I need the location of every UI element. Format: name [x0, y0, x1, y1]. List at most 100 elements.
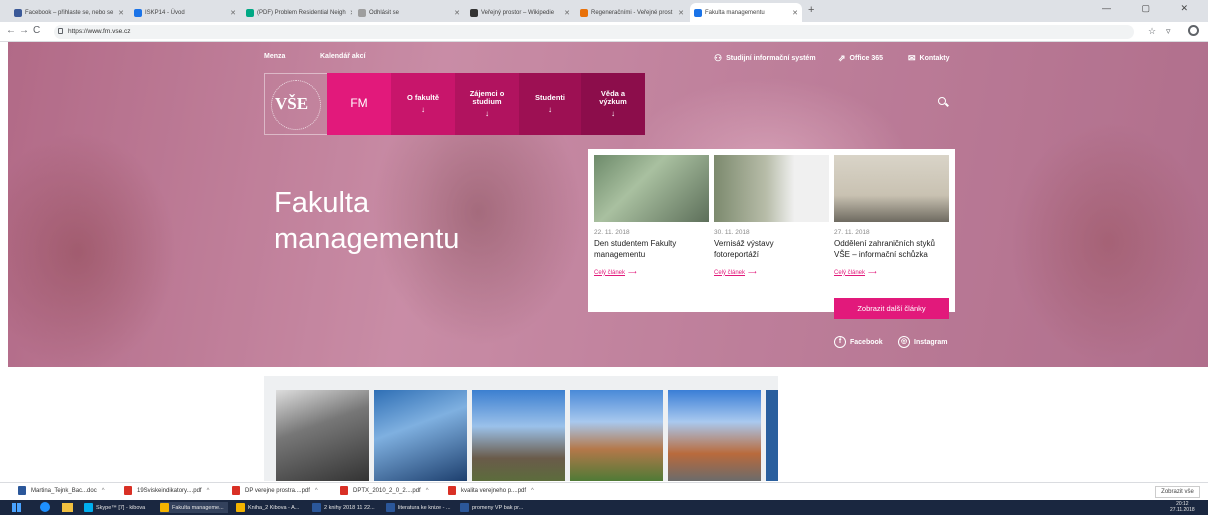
news-card[interactable]: 22. 11. 2018 Den studentem Fakulty manag… — [594, 155, 710, 276]
tab-label: Veřejný prostor – Wikipedie — [481, 9, 555, 16]
news-card[interactable]: 27. 11. 2018 Oddělení zahraničních styků… — [834, 155, 950, 276]
browser-tab-bar: Facebook – přihlaste se, nebo se ✕ ISKP1… — [0, 0, 1208, 22]
taskbar-item-active[interactable]: Fakulta manageme... — [160, 502, 228, 513]
news-date: 22. 11. 2018 — [594, 229, 630, 236]
browser-tab[interactable]: Facebook – přihlaste se, nebo se ✕ — [10, 3, 128, 22]
news-card[interactable]: 30. 11. 2018 Vernisáž výstavy fotoreport… — [714, 155, 830, 276]
site-icon — [580, 8, 588, 17]
close-icon[interactable]: ✕ — [346, 9, 352, 17]
window-controls[interactable]: — ▢ ✕ — [1102, 3, 1202, 14]
new-tab-button[interactable]: + — [808, 4, 814, 16]
file-explorer-icon[interactable] — [62, 503, 73, 512]
browser-tab-active[interactable]: Fakulta managementu ✕ — [690, 3, 802, 22]
close-icon[interactable]: ✕ — [450, 9, 460, 17]
system-clock[interactable]: 20:12 27.11.2018 — [1170, 501, 1195, 513]
vse-logo[interactable]: VŠE — [264, 73, 328, 135]
hero-title: Fakulta managementu — [274, 185, 459, 258]
taskbar-item[interactable]: Kniha_2 Kibova - A... — [236, 502, 299, 513]
taskbar-item[interactable]: 2 knihy 2018 11 22... — [312, 502, 375, 513]
hero-title-line: Fakulta — [274, 187, 370, 219]
gallery-image[interactable] — [570, 390, 663, 481]
read-more-link[interactable]: Celý článek ⟶ — [594, 269, 710, 276]
chevron-up-icon[interactable]: ^ — [102, 488, 105, 494]
instagram-link[interactable]: ◎ Instagram — [898, 336, 947, 348]
tab-label: Regeneračními - Veřejné prost — [591, 9, 673, 16]
edge-icon[interactable] — [40, 502, 50, 512]
download-item[interactable]: kvalita verejneho p....pdf ^ — [448, 486, 534, 495]
back-button[interactable]: ← — [6, 25, 16, 36]
menu-item-veda[interactable]: Věda a výzkum ↓ — [581, 73, 645, 135]
gallery-image[interactable] — [668, 390, 761, 481]
wikipedia-icon — [470, 8, 478, 17]
facebook-link[interactable]: f Facebook — [834, 336, 883, 348]
close-icon[interactable]: ✕ — [226, 9, 236, 17]
read-more-link[interactable]: Celý článek ⟶ — [834, 269, 950, 276]
gallery-image[interactable] — [472, 390, 565, 481]
close-icon[interactable]: ✕ — [560, 9, 570, 17]
show-all-downloads-button[interactable]: Zobrazit vše — [1155, 486, 1200, 498]
close-icon[interactable]: ✕ — [788, 9, 798, 17]
tab-label: Facebook – přihlaste se, nebo se — [25, 9, 114, 16]
forward-button[interactable]: → — [19, 25, 29, 36]
profile-icon[interactable] — [1188, 25, 1199, 36]
taskbar-item[interactable]: promeny VP bak pr... — [460, 502, 523, 513]
reload-button[interactable]: C — [33, 25, 40, 36]
news-title[interactable]: Vernisáž výstavy fotoreportáží — [714, 239, 830, 261]
taskbar: Skype™ [7] - kibova Fakulta manageme... … — [0, 500, 1208, 515]
menza-link[interactable]: Menza — [264, 53, 285, 60]
more-articles-button[interactable]: Zobrazit další články — [834, 298, 949, 319]
read-more-link[interactable]: Celý článek ⟶ — [714, 269, 830, 276]
extension-icon[interactable]: ▿ — [1166, 26, 1171, 37]
news-title[interactable]: Den studentem Fakulty managementu — [594, 239, 710, 261]
office365-link[interactable]: ⇗ Office 365 — [838, 53, 883, 64]
sis-link[interactable]: ⚇ Studijní informační systém — [714, 53, 816, 64]
contacts-link[interactable]: ✉ Kontakty — [908, 53, 950, 64]
browser-tab[interactable]: Odhlásit se ✕ — [354, 3, 464, 22]
menu-item-o-fakulte[interactable]: O fakultě ↓ — [391, 73, 455, 135]
pdf-file-icon — [448, 486, 456, 495]
gallery-image[interactable] — [766, 390, 778, 481]
lock-icon — [58, 28, 63, 34]
facebook-label: Facebook — [850, 338, 883, 346]
gallery-image[interactable] — [374, 390, 467, 481]
taskbar-item[interactable]: literatura ke knize - ... — [386, 502, 451, 513]
facebook-icon — [14, 8, 22, 17]
bookmark-star-icon[interactable]: ☆ — [1148, 26, 1156, 37]
close-icon[interactable]: ✕ — [114, 9, 124, 17]
tab-label: Fakulta managementu — [705, 9, 765, 16]
menu-label: Studenti — [535, 93, 565, 103]
word-icon — [460, 503, 469, 512]
gallery-image[interactable] — [276, 390, 369, 481]
chevron-up-icon[interactable]: ^ — [531, 488, 534, 494]
download-item[interactable]: DPTX_2010_2_0_2....pdf ^ — [340, 486, 429, 495]
url-input[interactable]: https://www.fm.vse.cz — [54, 25, 1134, 39]
chevron-up-icon[interactable]: ^ — [315, 488, 318, 494]
calendar-link[interactable]: Kalendář akcí — [320, 53, 366, 60]
mail-icon: ✉ — [908, 53, 916, 63]
taskbar-item[interactable]: Skype™ [7] - kibova — [84, 502, 145, 513]
download-filename: Martina_Tejnk_Bac...doc — [31, 487, 97, 494]
browser-tab[interactable]: Regeneračními - Veřejné prost ✕ — [576, 3, 688, 22]
news-title-line: fotoreportáží — [714, 249, 759, 259]
chevron-up-icon[interactable]: ^ — [207, 488, 210, 494]
pdf-file-icon — [340, 486, 348, 495]
menu-item-studenti[interactable]: Studenti ↓ — [519, 73, 581, 135]
menu-label: O fakultě — [406, 93, 440, 103]
menu-item-fm[interactable]: FM — [327, 73, 391, 135]
arrow-right-icon: ⟶ — [868, 269, 877, 276]
news-title-line: Vernisáž výstavy — [714, 239, 774, 248]
search-icon[interactable] — [938, 97, 946, 105]
menu-item-zajemci[interactable]: Zájemci o studium ↓ — [455, 73, 519, 135]
news-title[interactable]: Oddělení zahraničních styků VŠE – inform… — [834, 239, 950, 261]
close-icon[interactable]: ✕ — [674, 9, 684, 17]
browser-tab[interactable]: (PDF) Problem Residential Neigh ✕ — [242, 3, 352, 22]
news-date: 30. 11. 2018 — [714, 229, 750, 236]
download-item[interactable]: DP verejne prostra....pdf ^ — [232, 486, 318, 495]
chevron-up-icon[interactable]: ^ — [426, 488, 429, 494]
download-item[interactable]: Martina_Tejnk_Bac...doc ^ — [18, 486, 105, 495]
download-item[interactable]: 19Sviskeindikatory....pdf ^ — [124, 486, 209, 495]
windows-start-icon[interactable] — [12, 503, 21, 512]
browser-tab[interactable]: ISKP14 - Úvod ✕ — [130, 3, 240, 22]
browser-tab[interactable]: Veřejný prostor – Wikipedie ✕ — [466, 3, 574, 22]
sis-link-label: Studijní informační systém — [726, 55, 816, 62]
